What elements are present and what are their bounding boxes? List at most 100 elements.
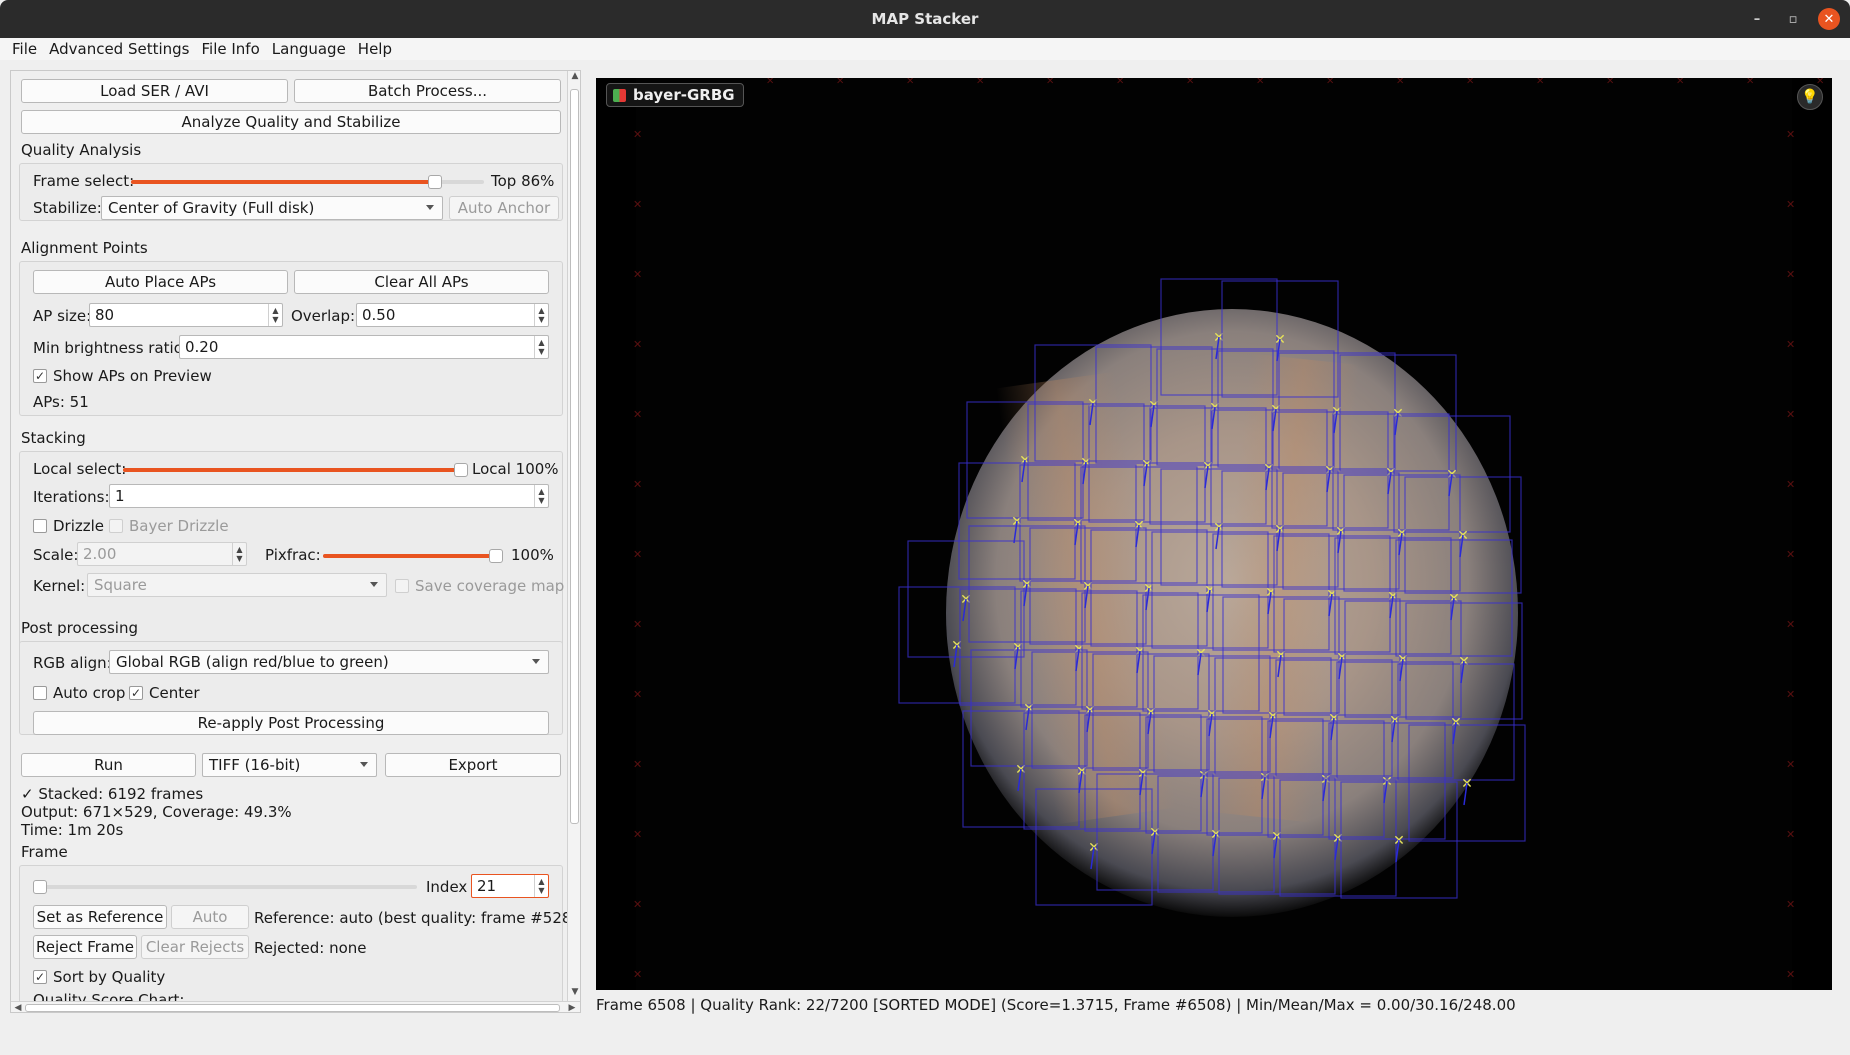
- show-aps-label: Show APs on Preview: [53, 367, 212, 385]
- local-select-slider-handle[interactable]: [454, 463, 468, 477]
- edge-tick: ✕: [1786, 338, 1795, 351]
- menu-language[interactable]: Language: [266, 40, 352, 58]
- iterations-value: 1: [115, 487, 125, 505]
- edge-tick: ✕: [1746, 78, 1754, 87]
- bayer-color-icon: [613, 89, 626, 102]
- frame-select-value: Top 86%: [491, 172, 555, 190]
- scroll-up-icon[interactable]: ▲: [568, 71, 580, 85]
- auto-reference-button[interactable]: Auto: [171, 905, 249, 929]
- frame-index-slider-handle[interactable]: [33, 880, 47, 894]
- preview-canvas[interactable]: ✕ ✕ ✕ ✕ ✕ ✕ ✕ ✕ ✕ ✕ ✕ ✕ ✕ ✕ ✕ ✕ ✕ ✕ ✕ ✕ ✕ ✕ ✕ ✕ ✕ ✕ ✕ ✕ ✕ ✕ ✕ ✕ ✕ ✕ ✕ ✕ ✕ ✕ ✕ ✕…: [596, 78, 1832, 990]
- spinner-icon[interactable]: ▲ ▼: [534, 875, 548, 897]
- frame-index-slider[interactable]: [33, 880, 417, 894]
- ap-size-input[interactable]: 80 ▲ ▼: [89, 303, 283, 327]
- save-coverage-checkbox[interactable]: [395, 579, 409, 593]
- window-title: MAP Stacker: [871, 10, 979, 28]
- spinner-icon[interactable]: ▲ ▼: [534, 336, 548, 358]
- edge-tick: ✕: [1786, 968, 1795, 981]
- show-aps-checkbox[interactable]: ✓: [33, 369, 47, 383]
- edge-tick: ✕: [633, 898, 642, 911]
- menu-file[interactable]: File: [6, 40, 43, 58]
- analyze-quality-button[interactable]: Analyze Quality and Stabilize: [21, 110, 561, 134]
- rgb-align-select[interactable]: Global RGB (align red/blue to green): [109, 650, 549, 674]
- clear-all-aps-button[interactable]: Clear All APs: [294, 270, 549, 294]
- frame-select-slider-handle[interactable]: [427, 175, 442, 189]
- load-ser-avi-button[interactable]: Load SER / AVI: [21, 79, 288, 103]
- post-processing-title: Post processing: [21, 619, 138, 637]
- maximize-icon[interactable]: ▫: [1782, 8, 1804, 30]
- edge-tick: ✕: [906, 78, 914, 87]
- pixfrac-slider-handle[interactable]: [489, 549, 503, 563]
- reject-frame-button[interactable]: Reject Frame: [33, 935, 137, 959]
- chevron-down-icon: [360, 762, 368, 767]
- edge-tick: ✕: [1786, 828, 1795, 841]
- spinner-icon[interactable]: ▲ ▼: [232, 543, 246, 565]
- scrollbar-thumb[interactable]: [570, 89, 579, 824]
- alignment-points-title: Alignment Points: [21, 239, 148, 257]
- scale-input[interactable]: 2.00 ▲ ▼: [77, 542, 247, 566]
- clear-rejects-button[interactable]: Clear Rejects: [141, 935, 249, 959]
- spinner-icon[interactable]: ▲ ▼: [268, 304, 282, 326]
- edge-tick: ✕: [633, 618, 642, 631]
- preview-status-bar: Frame 6508 | Quality Rank: 22/7200 [SORT…: [596, 996, 1516, 1014]
- spinner-icon[interactable]: ▲ ▼: [534, 304, 548, 326]
- iterations-label: Iterations:: [33, 488, 110, 506]
- min-brightness-input[interactable]: 0.20 ▲ ▼: [179, 335, 549, 359]
- edge-tick: ✕: [1786, 408, 1795, 421]
- set-as-reference-button[interactable]: Set as Reference: [33, 905, 167, 929]
- menu-advanced-settings[interactable]: Advanced Settings: [43, 40, 195, 58]
- bayer-drizzle-checkbox[interactable]: [109, 519, 123, 533]
- drizzle-checkbox[interactable]: [33, 519, 47, 533]
- sort-by-quality-checkbox[interactable]: ✓: [33, 970, 47, 984]
- auto-crop-checkbox[interactable]: [33, 686, 47, 700]
- edge-tick: ✕: [633, 688, 642, 701]
- scrollbar-thumb[interactable]: [25, 1004, 560, 1012]
- edge-tick: ✕: [633, 128, 642, 141]
- chevron-down-icon: [370, 582, 378, 587]
- stabilize-select[interactable]: Center of Gravity (Full disk): [101, 196, 443, 220]
- minimize-icon[interactable]: –: [1746, 8, 1768, 30]
- frame-select-label: Frame select:: [33, 172, 135, 190]
- menu-file-info[interactable]: File Info: [196, 40, 266, 58]
- center-checkbox[interactable]: ✓: [129, 686, 143, 700]
- overlap-input[interactable]: 0.50 ▲ ▼: [356, 303, 549, 327]
- edge-tick: ✕: [633, 338, 642, 351]
- reapply-post-processing-button[interactable]: Re-apply Post Processing: [33, 711, 549, 735]
- horizontal-scrollbar[interactable]: ◀ ▶: [11, 1001, 580, 1012]
- rgb-align-value: Global RGB (align red/blue to green): [116, 653, 389, 671]
- menu-help[interactable]: Help: [352, 40, 398, 58]
- scroll-down-icon[interactable]: ▼: [568, 987, 580, 1001]
- close-icon[interactable]: ✕: [1818, 8, 1840, 30]
- batch-process-button[interactable]: Batch Process...: [294, 79, 561, 103]
- run-button[interactable]: Run: [21, 753, 196, 777]
- drizzle-label: Drizzle: [53, 517, 105, 535]
- export-button[interactable]: Export: [385, 753, 561, 777]
- local-select-slider-fill: [123, 468, 468, 472]
- edge-tick: ✕: [633, 548, 642, 561]
- local-select-slider[interactable]: [123, 463, 468, 477]
- spinner-icon[interactable]: ▲ ▼: [534, 485, 548, 507]
- index-label: Index: [426, 878, 468, 896]
- overlap-label: Overlap:: [291, 307, 356, 325]
- edge-tick: ✕: [1786, 548, 1795, 561]
- scroll-left-icon[interactable]: ◀: [11, 1002, 25, 1012]
- auto-place-aps-button[interactable]: Auto Place APs: [33, 270, 288, 294]
- edge-tick: ✕: [1676, 78, 1684, 87]
- vertical-scrollbar[interactable]: ▲ ▼: [567, 71, 580, 1001]
- iterations-input[interactable]: 1 ▲ ▼: [109, 484, 549, 508]
- edge-tick: ✕: [1326, 78, 1334, 87]
- format-select[interactable]: TIFF (16-bit): [202, 753, 377, 777]
- format-select-value: TIFF (16-bit): [209, 756, 301, 774]
- lightbulb-icon[interactable]: 💡: [1797, 84, 1823, 110]
- scroll-right-icon[interactable]: ▶: [565, 1002, 579, 1012]
- pixfrac-label: Pixfrac:: [265, 546, 321, 564]
- ap-size-value: 80: [95, 306, 115, 324]
- kernel-select[interactable]: Square: [87, 573, 387, 597]
- pixfrac-slider[interactable]: [323, 549, 503, 563]
- frame-select-slider[interactable]: [131, 175, 484, 189]
- bayer-pattern-badge: bayer-GRBG: [606, 83, 744, 107]
- index-input[interactable]: 21 ▲ ▼: [471, 874, 549, 898]
- auto-anchor-button[interactable]: Auto Anchor: [449, 196, 559, 220]
- window-controls: – ▫ ✕: [1746, 8, 1840, 30]
- edge-tick: ✕: [633, 828, 642, 841]
